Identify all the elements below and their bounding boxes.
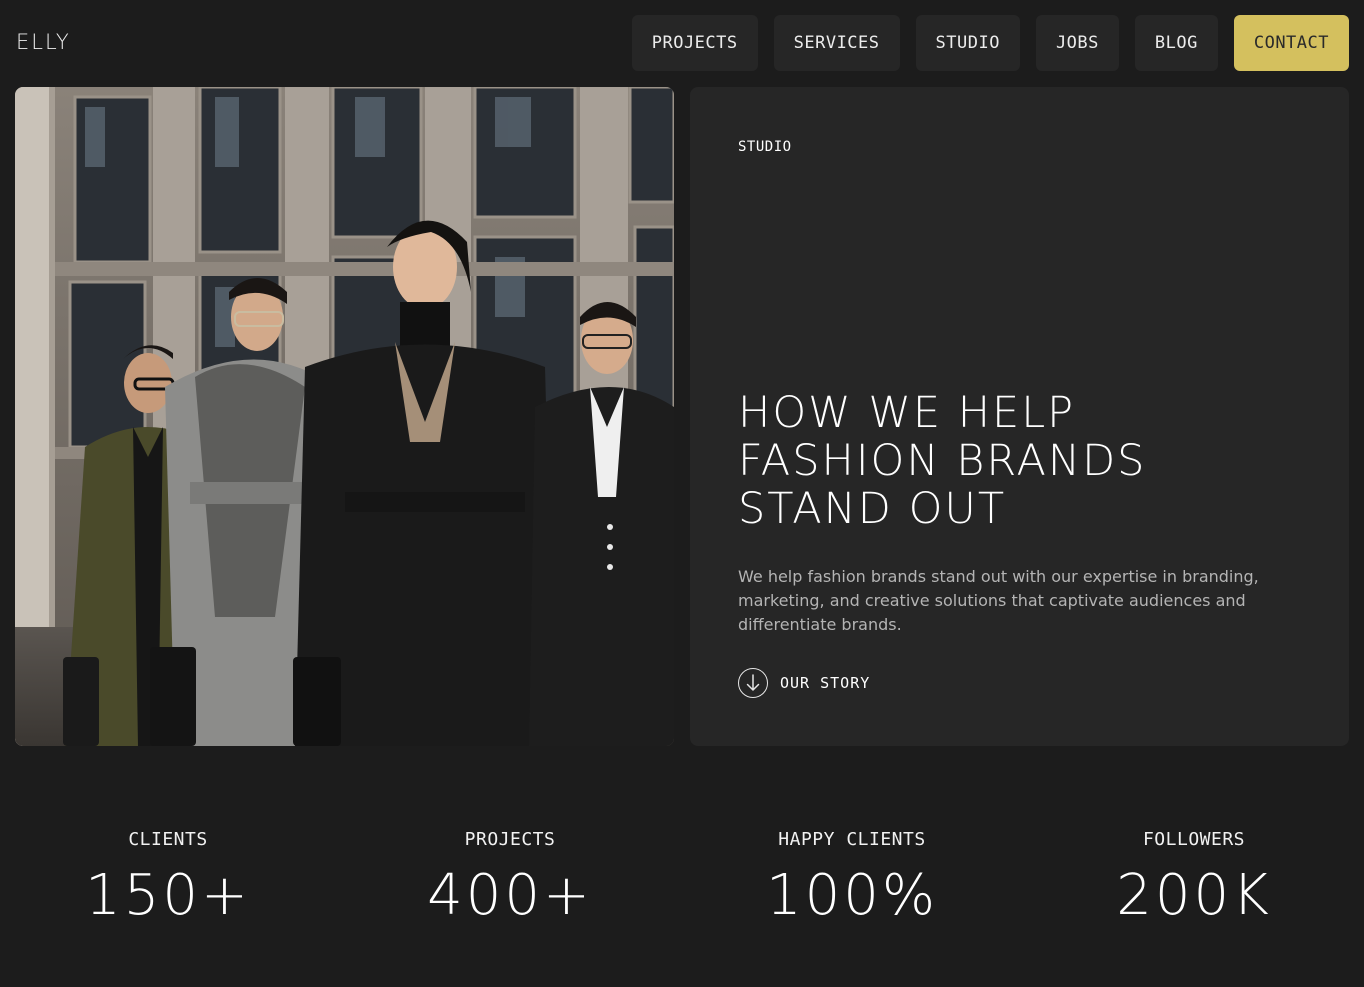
site-header: ELLY PROJECTS SERVICES STUDIO JOBS BLOG … xyxy=(0,0,1364,87)
nav-services-button[interactable]: SERVICES xyxy=(773,15,900,71)
nav-blog-button[interactable]: BLOG xyxy=(1134,15,1218,71)
hero-photo xyxy=(15,87,674,746)
hero-eyebrow: STUDIO xyxy=(738,139,792,155)
logo[interactable]: ELLY xyxy=(16,30,71,54)
our-story-label: OUR STORY xyxy=(780,674,871,692)
arrow-down-circle-icon xyxy=(738,668,768,698)
stat-clients: CLIENTS 150+ xyxy=(18,820,318,928)
stat-happy-clients: HAPPY CLIENTS 100% xyxy=(702,820,1002,928)
stat-label: HAPPY CLIENTS xyxy=(778,829,926,850)
main-nav: PROJECTS SERVICES STUDIO JOBS BLOG CONTA… xyxy=(631,15,1349,71)
stat-followers: FOLLOWERS 200K xyxy=(1044,820,1344,928)
stat-projects: PROJECTS 400+ xyxy=(360,820,660,928)
nav-jobs-button[interactable]: JOBS xyxy=(1035,15,1119,71)
stat-value: 150+ xyxy=(85,863,251,928)
stat-value: 400+ xyxy=(427,863,593,928)
stat-value: 200K xyxy=(1116,863,1272,928)
nav-studio-button[interactable]: STUDIO xyxy=(915,15,1020,71)
stat-value: 100% xyxy=(765,863,939,928)
hero-headline-line: STAND OUT xyxy=(738,484,1007,534)
hero-headline: HOW WE HELP FASHION BRANDS STAND OUT xyxy=(738,389,1318,533)
stat-label: CLIENTS xyxy=(128,829,208,850)
hero-description: We help fashion brands stand out with ou… xyxy=(738,567,1259,634)
nav-contact-button[interactable]: CONTACT xyxy=(1233,15,1349,71)
hero-card: STUDIO HOW WE HELP FASHION BRANDS STAND … xyxy=(690,87,1349,746)
stat-label: FOLLOWERS xyxy=(1142,829,1246,850)
nav-projects-button[interactable]: PROJECTS xyxy=(631,15,758,71)
hero-headline-line: HOW WE HELP xyxy=(738,388,1076,438)
our-story-link[interactable]: OUR STORY xyxy=(738,668,870,698)
stat-label: PROJECTS xyxy=(464,829,556,850)
hero-headline-line: FASHION BRANDS xyxy=(738,436,1147,486)
